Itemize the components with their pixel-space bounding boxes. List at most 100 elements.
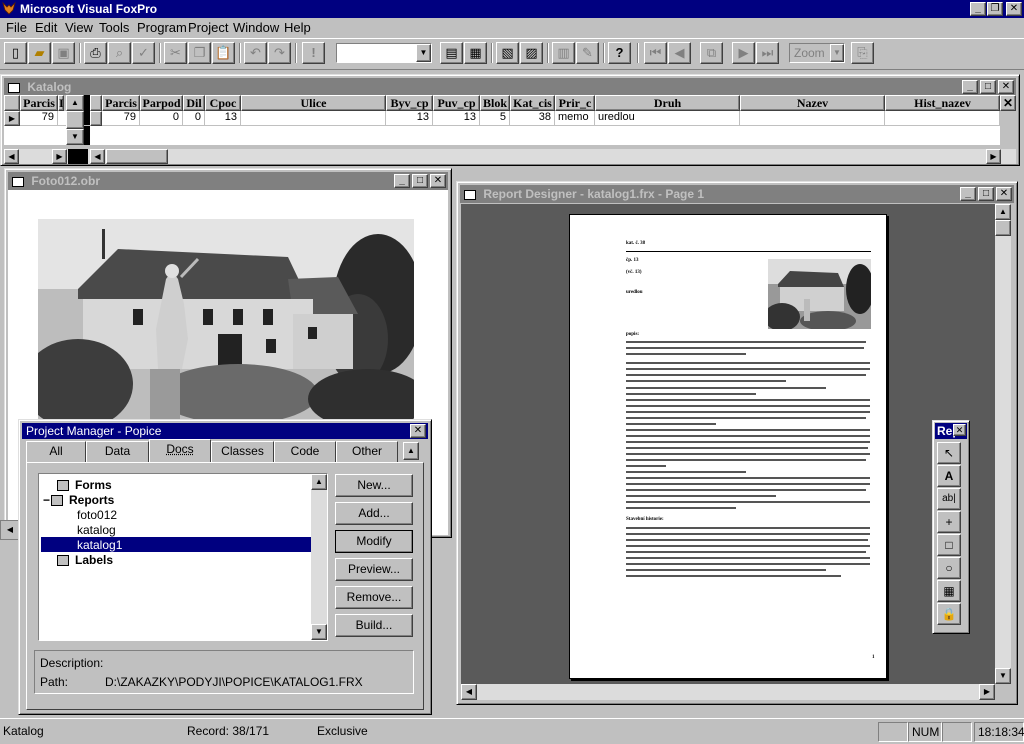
- scroll-up-icon[interactable]: ▲: [995, 204, 1011, 220]
- command-window-icon[interactable]: ▤: [440, 42, 463, 64]
- print-icon[interactable]: ⎙: [84, 42, 107, 64]
- col-header-prir-c[interactable]: Prir_c: [555, 95, 595, 111]
- cell-puv-cp[interactable]: 13: [433, 111, 480, 126]
- minimize-button[interactable]: _: [962, 80, 978, 94]
- scroll-right-icon[interactable]: ▶: [979, 684, 995, 700]
- menu-program[interactable]: Program: [137, 20, 187, 35]
- add-button[interactable]: Add...: [335, 502, 413, 525]
- cell-ulice[interactable]: [241, 111, 386, 126]
- menu-window[interactable]: Window: [233, 20, 279, 35]
- run-icon[interactable]: !: [302, 42, 325, 64]
- menu-file[interactable]: File: [6, 20, 27, 35]
- copy-icon[interactable]: ❐: [188, 42, 211, 64]
- tab-data[interactable]: Data: [86, 441, 149, 462]
- cell-hist-nazev[interactable]: [885, 111, 1000, 126]
- zoom-combo[interactable]: Zoom ▼: [789, 43, 845, 63]
- vertical-scrollbar[interactable]: [1000, 111, 1016, 145]
- close-button[interactable]: ✕: [996, 187, 1012, 201]
- button-lock-icon[interactable]: 🔒: [937, 603, 961, 625]
- redo-icon[interactable]: ↷: [268, 42, 291, 64]
- scroll-down-icon[interactable]: ▼: [311, 624, 327, 640]
- preview-button[interactable]: Preview...: [335, 558, 413, 581]
- report-horizontal-scrollbar[interactable]: ◀ ▶: [461, 684, 995, 700]
- record-pointer-icon[interactable]: ▶: [4, 111, 20, 126]
- cell-kat-cis[interactable]: 38: [510, 111, 555, 126]
- menu-tools[interactable]: Tools: [99, 20, 129, 35]
- previous-record-icon[interactable]: ◀: [668, 42, 691, 64]
- tree-node-katalog1[interactable]: katalog1: [77, 538, 122, 552]
- picture-tool-icon[interactable]: ▦: [937, 580, 961, 602]
- foxpro-logo-icon[interactable]: [2, 1, 17, 16]
- build-button[interactable]: Build...: [335, 614, 413, 637]
- maximize-button[interactable]: □: [980, 80, 996, 94]
- tab-other[interactable]: Other: [336, 441, 398, 462]
- left-cell-parcis[interactable]: 79: [20, 111, 58, 126]
- tree-node-forms[interactable]: Forms: [57, 478, 112, 492]
- col-header-ulice[interactable]: Ulice: [241, 95, 386, 111]
- tab-docs[interactable]: Docs: [149, 439, 211, 462]
- rectangle-tool-icon[interactable]: □: [937, 534, 961, 556]
- tree-vertical-scrollbar[interactable]: ▲ ▼: [311, 474, 327, 640]
- print-one-icon[interactable]: ⎘: [851, 42, 874, 64]
- tree-node-katalog[interactable]: katalog: [77, 523, 116, 537]
- col-header-blok[interactable]: Blok: [480, 95, 510, 111]
- grid-close-header[interactable]: ✕: [1000, 95, 1016, 111]
- col-header-puv-cp[interactable]: Puv_cp: [433, 95, 480, 111]
- file-tree[interactable]: Forms − Reports foto012 katalog katalog1 …: [38, 473, 328, 641]
- left-col-header-parcis[interactable]: Parcis: [20, 95, 58, 111]
- col-header-parcis[interactable]: Parcis: [102, 95, 140, 111]
- cell-dil[interactable]: 0: [183, 111, 205, 126]
- cell-nazev[interactable]: [740, 111, 885, 126]
- col-header-hist-nazev[interactable]: Hist_nazev: [885, 95, 1000, 111]
- report-vertical-scrollbar[interactable]: ▲ ▼: [995, 204, 1011, 684]
- print-preview-icon[interactable]: ⌕: [108, 42, 131, 64]
- scroll-up-icon[interactable]: ▲: [311, 474, 327, 490]
- minimize-button[interactable]: _: [960, 187, 976, 201]
- first-record-icon[interactable]: ⏮: [644, 42, 667, 64]
- left-cell-i[interactable]: [58, 111, 64, 126]
- menu-edit[interactable]: Edit: [35, 20, 57, 35]
- scroll-left-icon[interactable]: ◀: [461, 684, 477, 700]
- scroll-left-icon[interactable]: ◀: [4, 149, 19, 164]
- partition-scroll-thumb[interactable]: [66, 111, 84, 129]
- open-folder-icon[interactable]: ▰: [28, 42, 51, 64]
- horizontal-scrollbar[interactable]: ◀ ▶ ◀ ▶: [4, 149, 1016, 164]
- scroll-left-icon[interactable]: ◀: [90, 149, 105, 164]
- menu-view[interactable]: View: [65, 20, 93, 35]
- next-record-icon[interactable]: ▶: [732, 42, 755, 64]
- app-restore-button[interactable]: ❐: [987, 2, 1003, 16]
- spell-check-icon[interactable]: ✓: [132, 42, 155, 64]
- menu-help[interactable]: Help: [284, 20, 311, 35]
- undo-icon[interactable]: ↶: [244, 42, 267, 64]
- select-pointer-icon[interactable]: ↖: [937, 442, 961, 464]
- tab-classes[interactable]: Classes: [211, 441, 274, 462]
- minimize-button[interactable]: _: [394, 174, 410, 188]
- table-row[interactable]: ▶ 79 79 0 0 13 13 13 5 38 memo uredlou: [4, 111, 1016, 126]
- col-header-nazev[interactable]: Nazev: [740, 95, 885, 111]
- ellipse-tool-icon[interactable]: ○: [937, 557, 961, 579]
- tree-node-reports[interactable]: − Reports: [43, 493, 114, 507]
- col-header-dil[interactable]: Dil: [183, 95, 205, 111]
- tree-node-labels[interactable]: Labels: [57, 553, 113, 567]
- label-tool-icon[interactable]: A: [937, 465, 961, 487]
- close-button[interactable]: ✕: [953, 424, 966, 436]
- maximize-button[interactable]: □: [412, 174, 428, 188]
- new-button[interactable]: New...: [335, 474, 413, 497]
- last-record-icon[interactable]: ⏭: [756, 42, 779, 64]
- line-tool-icon[interactable]: +: [937, 511, 961, 533]
- cell-prir-c[interactable]: memo: [555, 111, 595, 126]
- col-header-cpoc[interactable]: Cpoc: [205, 95, 241, 111]
- cell-parpod[interactable]: 0: [140, 111, 183, 126]
- partition-divider[interactable]: [68, 149, 88, 164]
- tree-node-foto012[interactable]: foto012: [77, 508, 117, 522]
- paste-icon[interactable]: 📋: [212, 42, 235, 64]
- close-button[interactable]: ✕: [430, 174, 446, 188]
- new-file-icon[interactable]: ▯: [4, 42, 27, 64]
- cell-cpoc[interactable]: 13: [205, 111, 241, 126]
- scroll-thumb[interactable]: [995, 220, 1011, 236]
- left-col-header-i[interactable]: I: [58, 95, 64, 111]
- help-icon[interactable]: ?: [608, 42, 631, 64]
- cell-parcis[interactable]: 79: [102, 111, 140, 126]
- record-selector[interactable]: [90, 111, 102, 126]
- close-button[interactable]: ✕: [410, 424, 426, 438]
